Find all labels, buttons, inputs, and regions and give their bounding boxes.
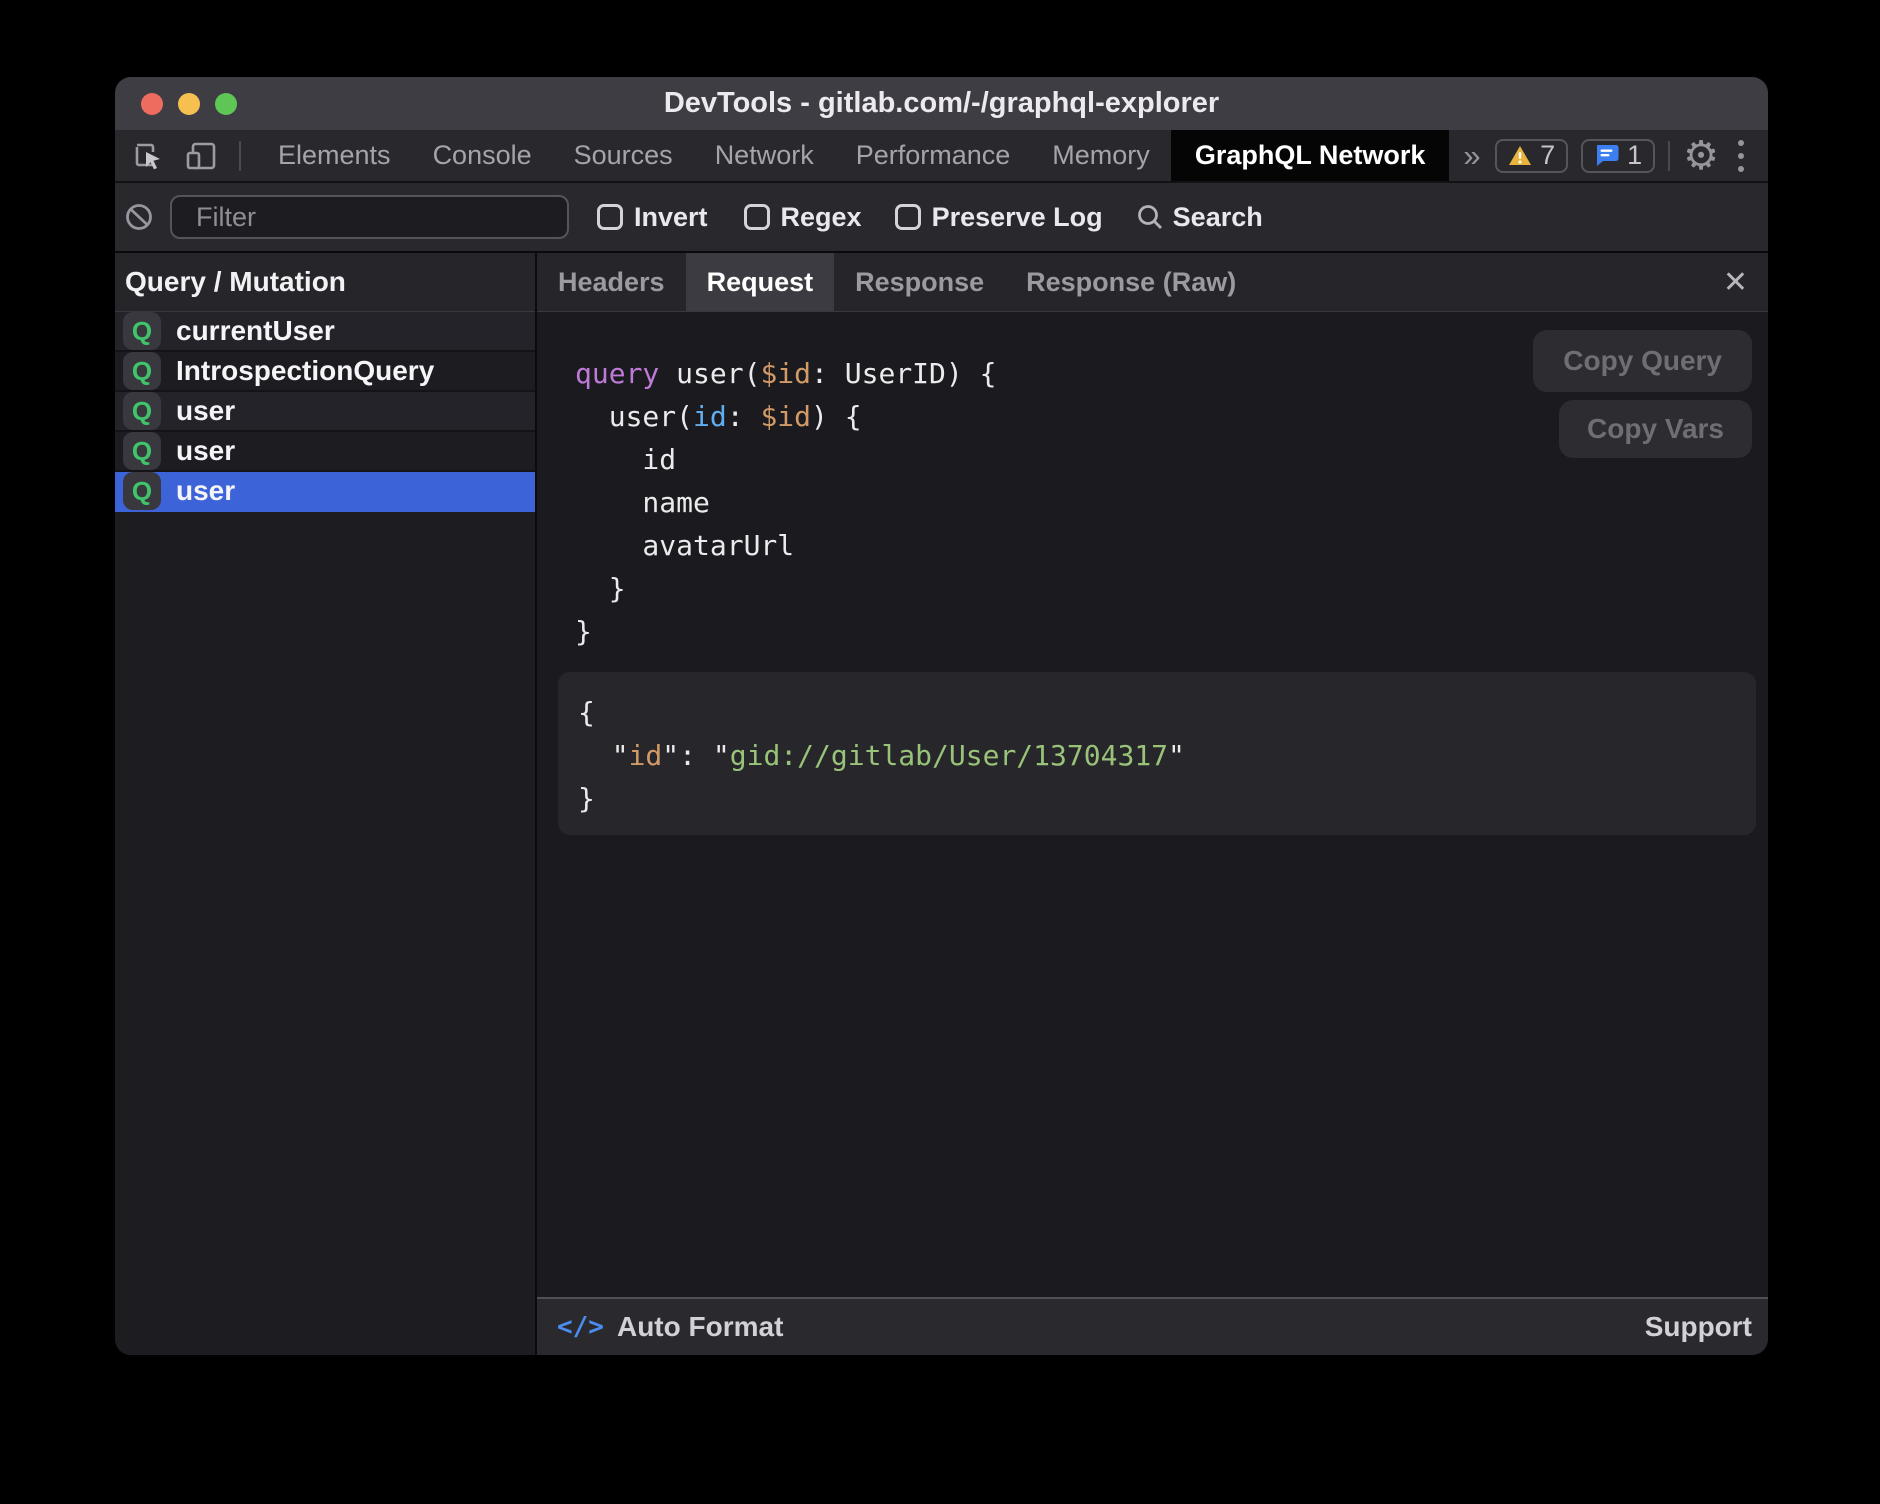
- more-tabs-icon[interactable]: »: [1449, 130, 1494, 181]
- warnings-badge[interactable]: 7: [1495, 139, 1568, 173]
- warning-icon: [1508, 145, 1532, 166]
- auto-format-icon[interactable]: </>: [557, 1312, 604, 1342]
- detail-panel: HeadersRequestResponseResponse (Raw) ✕ q…: [537, 253, 1768, 1355]
- query-name: currentUser: [176, 315, 335, 347]
- toolbar-tab-network[interactable]: Network: [694, 130, 835, 181]
- toolbar-tab-console[interactable]: Console: [412, 130, 553, 181]
- list-item[interactable]: Quser: [115, 392, 535, 432]
- code-line: name: [575, 481, 1768, 524]
- filter-input[interactable]: [170, 195, 569, 239]
- code-line: avatarUrl: [575, 524, 1768, 567]
- invert-checkbox[interactable]: [597, 204, 623, 230]
- traffic-lights: [141, 77, 237, 130]
- search-label: Search: [1173, 202, 1263, 233]
- window-title: DevTools - gitlab.com/-/graphql-explorer: [664, 87, 1219, 120]
- list-item[interactable]: QcurrentUser: [115, 312, 535, 352]
- list-item[interactable]: Quser: [115, 432, 535, 472]
- copy-query-button[interactable]: Copy Query: [1533, 330, 1752, 392]
- issues-badge[interactable]: 1: [1581, 139, 1655, 173]
- query-variables-block: { "id": "gid://gitlab/User/13704317"}: [558, 672, 1756, 835]
- code-line: {: [578, 691, 1756, 734]
- preserve-log-checkbox[interactable]: [895, 204, 921, 230]
- query-name: user: [176, 395, 235, 427]
- query-name: IntrospectionQuery: [176, 355, 434, 387]
- gear-icon[interactable]: ⚙: [1683, 136, 1719, 176]
- devtools-toolbar: ElementsConsoleSourcesNetworkPerformance…: [115, 130, 1768, 183]
- support-link[interactable]: Support: [1645, 1311, 1752, 1343]
- query-badge: Q: [123, 352, 161, 390]
- invert-checkbox-group: Invert: [597, 202, 708, 233]
- toolbar-tab-elements[interactable]: Elements: [257, 130, 412, 181]
- sidebar-header: Query / Mutation: [115, 253, 535, 312]
- code-line: }: [575, 567, 1768, 610]
- main-area: Query / Mutation QcurrentUserQIntrospect…: [115, 253, 1768, 1355]
- warning-count: 7: [1540, 140, 1555, 171]
- close-icon[interactable]: ✕: [1723, 265, 1748, 300]
- regex-label: Regex: [781, 202, 862, 233]
- close-window-button[interactable]: [141, 93, 163, 115]
- panel-tabs: HeadersRequestResponseResponse (Raw) ✕: [537, 253, 1768, 312]
- request-content: query user($id: UserID) { user(id: $id) …: [537, 312, 1768, 1297]
- tab-response[interactable]: Response: [834, 253, 1005, 311]
- minimize-window-button[interactable]: [178, 93, 200, 115]
- query-list-sidebar: Query / Mutation QcurrentUserQIntrospect…: [115, 253, 537, 1355]
- panel-footer: </> Auto Format Support: [537, 1297, 1768, 1355]
- toolbar-separator: [239, 141, 241, 171]
- code-line: }: [578, 777, 1756, 820]
- tab-request[interactable]: Request: [686, 253, 835, 311]
- block-icon[interactable]: [125, 203, 153, 231]
- toolbar-tab-sources[interactable]: Sources: [553, 130, 694, 181]
- devtools-window: DevTools - gitlab.com/-/graphql-explorer…: [115, 77, 1768, 1355]
- kebab-menu-icon[interactable]: [1732, 140, 1750, 172]
- filter-bar: Invert Regex Preserve Log Search: [115, 183, 1768, 253]
- invert-label: Invert: [634, 202, 708, 233]
- title-bar: DevTools - gitlab.com/-/graphql-explorer: [115, 77, 1768, 130]
- preserve-log-label: Preserve Log: [932, 202, 1103, 233]
- list-item[interactable]: Q IntrospectionQuery: [115, 352, 535, 392]
- search-icon: [1136, 203, 1164, 231]
- copy-vars-button[interactable]: Copy Vars: [1559, 400, 1752, 458]
- query-badge: Q: [123, 392, 161, 430]
- list-item[interactable]: Quser: [115, 472, 535, 512]
- issues-count: 1: [1627, 140, 1642, 171]
- maximize-window-button[interactable]: [215, 93, 237, 115]
- code-line: }: [575, 610, 1768, 653]
- regex-checkbox-group: Regex: [744, 202, 862, 233]
- toolbar-tabs: ElementsConsoleSourcesNetworkPerformance…: [257, 130, 1171, 181]
- regex-checkbox[interactable]: [744, 204, 770, 230]
- device-toolbar-icon[interactable]: [185, 141, 217, 171]
- message-icon: [1594, 144, 1619, 167]
- variables-json: { "id": "gid://gitlab/User/13704317"}: [578, 691, 1756, 820]
- toolbar-tab-graphql-network[interactable]: GraphQL Network: [1171, 130, 1450, 181]
- toolbar-tab-memory[interactable]: Memory: [1031, 130, 1171, 181]
- auto-format-label[interactable]: Auto Format: [617, 1311, 783, 1343]
- query-badge: Q: [123, 432, 161, 470]
- query-name: user: [176, 475, 235, 507]
- toolbar-separator: [1668, 141, 1670, 171]
- toolbar-tab-performance[interactable]: Performance: [835, 130, 1032, 181]
- tab-headers[interactable]: Headers: [537, 253, 686, 311]
- query-name: user: [176, 435, 235, 467]
- search-control[interactable]: Search: [1136, 202, 1263, 233]
- tab-response-raw[interactable]: Response (Raw): [1005, 253, 1257, 311]
- query-list: QcurrentUserQIntrospectionQueryQuserQuse…: [115, 312, 535, 512]
- code-line: "id": "gid://gitlab/User/13704317": [578, 734, 1756, 777]
- preserve-log-checkbox-group: Preserve Log: [895, 202, 1103, 233]
- inspect-icon[interactable]: [133, 141, 163, 171]
- query-badge: Q: [123, 472, 161, 510]
- query-badge: Q: [123, 312, 161, 350]
